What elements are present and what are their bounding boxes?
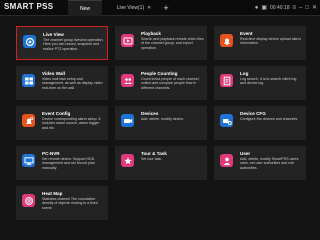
user-icon[interactable]: ● [255, 5, 259, 11]
minimize-icon[interactable]: – [299, 5, 302, 11]
app-title: SMART PSS [4, 2, 54, 11]
device-cfg-icon [220, 114, 233, 127]
tile-log[interactable]: Log Log search. It is to search client l… [214, 66, 306, 100]
tile-description: Add, delete, modify SmartPSS users, role… [240, 157, 300, 170]
log-icon [220, 74, 233, 87]
tile-title: PC-NVR [42, 151, 60, 156]
event-config-icon [22, 114, 35, 127]
tile-title: User [240, 151, 251, 156]
tile-heat-map[interactable]: Heat Map Statistics channel The cumulati… [16, 186, 108, 220]
tile-live-view[interactable]: Live View The channel group liveview ope… [16, 26, 108, 60]
heat-map-icon [22, 194, 35, 207]
tile-description: Statistics channel The cumulative densit… [42, 197, 98, 210]
tile-pc-nvr[interactable]: PC-NVR Set remote device. Support HDD ma… [16, 146, 108, 180]
tour-task-icon [121, 154, 134, 167]
video-wall-icon [22, 74, 35, 87]
bell-icon [220, 34, 233, 47]
system-area: ● ▣ 00:40:18 ≡ – □ ✕ [255, 0, 317, 15]
tile-title: Video Wall [42, 71, 65, 76]
maximize-icon[interactable]: □ [305, 5, 309, 11]
tile-description: Configure the devices and channels. [240, 117, 299, 121]
tile-event-config[interactable]: Event Config Device corresponding alarm … [16, 106, 108, 140]
tile-description: Search and playback remote video files o… [141, 37, 204, 50]
user-icon [220, 154, 233, 167]
play-icon [121, 34, 134, 47]
pc-nvr-icon [22, 154, 35, 167]
tile-title: Playback [141, 31, 161, 36]
tile-title: Devices [141, 111, 159, 116]
tile-user[interactable]: User Add, delete, modify SmartPSS users,… [214, 146, 306, 180]
devices-icon [121, 114, 134, 127]
tile-title: Live View [43, 32, 64, 37]
tile-people-counting[interactable]: People Counting Count in/out people of e… [115, 66, 207, 100]
tile-device-cfg[interactable]: Device CFG Configure the devices and cha… [214, 106, 306, 140]
tile-title: People Counting [141, 71, 178, 76]
tile-title: Device CFG [240, 111, 266, 116]
tile-description: Video wall task setup and management, as… [42, 77, 103, 90]
tile-description: Log search. It is to search client log a… [240, 77, 297, 86]
people-icon [121, 74, 134, 87]
tile-devices[interactable]: Devices Add, delete, modify device. [115, 106, 207, 140]
tab-label: New [79, 5, 90, 12]
tile-title: Event [240, 31, 253, 36]
camera-icon [23, 35, 36, 48]
top-bar: SMART PSS New Live View(1) ✕ + ● ▣ 00:40:… [0, 0, 320, 16]
module-grid: Live View The channel group liveview ope… [12, 26, 312, 240]
tile-title: Log [240, 71, 249, 76]
clock-readout: 00:40:18 [270, 4, 290, 11]
add-tab-button[interactable]: + [160, 0, 172, 15]
close-icon[interactable]: ✕ [147, 5, 151, 11]
tile-tour-task[interactable]: Tour & Task Set tour task. [115, 146, 207, 180]
tile-description: Real-time display device upload alarm in… [240, 37, 301, 46]
tile-event[interactable]: Event Real-time display device upload al… [214, 26, 306, 60]
tile-title: Event Config [42, 111, 71, 116]
menu-icon[interactable]: ≡ [292, 5, 296, 11]
tile-description: The channel group liveview operation. He… [43, 38, 104, 51]
tile-description: Count in/out people of each channel, col… [141, 77, 200, 90]
tile-video-wall[interactable]: Video Wall Video wall task setup and man… [16, 66, 108, 100]
plus-icon: + [163, 2, 169, 13]
tile-description: Device corresponding alarm setup. It inc… [42, 117, 101, 130]
tab-label: Live View(1) [116, 4, 145, 11]
close-window-icon[interactable]: ✕ [312, 4, 317, 11]
tile-title: Tour & Task [141, 151, 167, 156]
tile-playback[interactable]: Playback Search and playback remote vide… [115, 26, 207, 60]
lock-icon[interactable]: ▣ [261, 4, 267, 11]
tile-description: Set tour task. [141, 157, 163, 161]
tile-description: Add, delete, modify device. [141, 117, 185, 121]
tab-live-view[interactable]: Live View(1) ✕ [108, 0, 160, 15]
tile-title: Heat Map [42, 191, 63, 196]
tab-new[interactable]: New [68, 0, 102, 16]
tile-description: Set remote device. Support HDD managemen… [42, 157, 95, 170]
